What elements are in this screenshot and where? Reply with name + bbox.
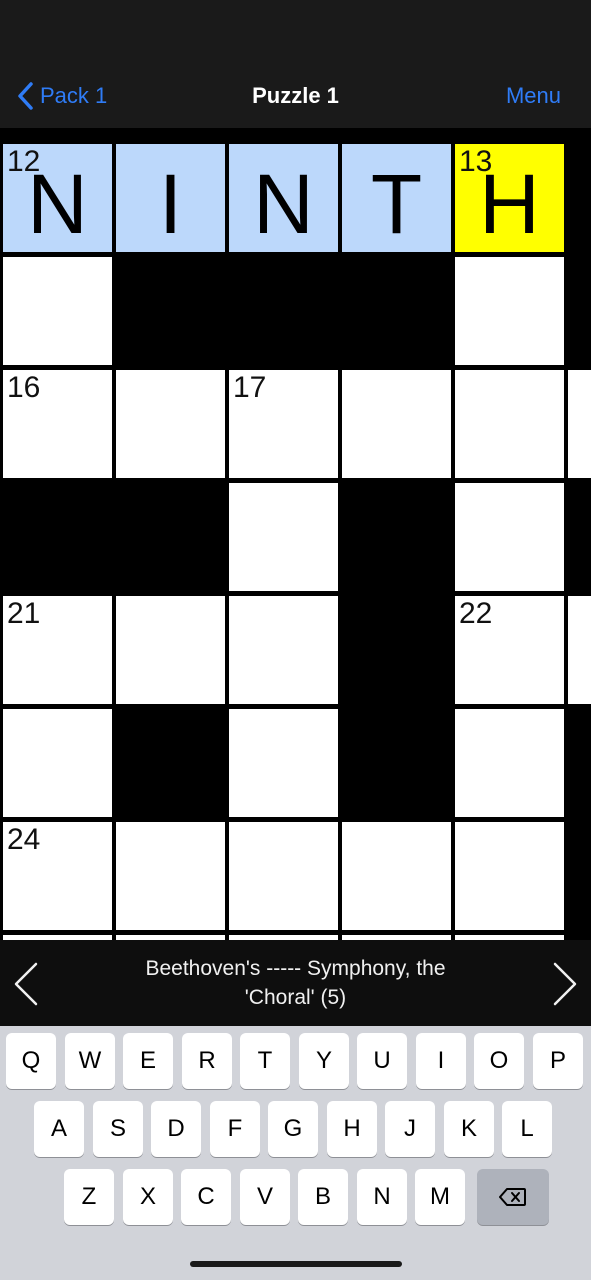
grid-cell[interactable] [342, 822, 451, 930]
grid-cell[interactable] [455, 822, 564, 930]
grid-cell-block [342, 709, 451, 817]
key-i[interactable]: I [416, 1033, 466, 1089]
clue-number: 17 [233, 371, 267, 404]
grid-cell[interactable] [3, 257, 112, 365]
grid-cell-block [3, 483, 112, 591]
key-k[interactable]: K [444, 1101, 494, 1157]
key-q[interactable]: Q [6, 1033, 56, 1089]
grid-cell[interactable]: 24 [3, 822, 112, 930]
grid-cell[interactable] [116, 596, 225, 704]
page-title: Puzzle 1 [252, 83, 339, 108]
key-g[interactable]: G [268, 1101, 318, 1157]
key-l[interactable]: L [502, 1101, 552, 1157]
clue-number: 24 [7, 823, 41, 856]
grid-cell[interactable] [116, 822, 225, 930]
cell-letter: H [479, 157, 540, 251]
navigation-bar: Pack 1 Puzzle 1 Menu [0, 0, 591, 128]
key-a[interactable]: A [34, 1101, 84, 1157]
grid-cell[interactable] [455, 257, 564, 365]
grid-cell[interactable] [455, 483, 564, 591]
clue-text: Beethoven's ----- Symphony, the 'Choral'… [70, 954, 521, 1012]
grid-cell[interactable] [229, 822, 338, 930]
key-y[interactable]: Y [299, 1033, 349, 1089]
grid-cell-block [342, 257, 451, 365]
keyboard: QWERTYUIOP ASDFGHJKL ZXCVBNM [0, 1026, 591, 1280]
clue-number: 21 [7, 597, 41, 630]
key-o[interactable]: O [474, 1033, 524, 1089]
home-indicator[interactable] [190, 1261, 402, 1267]
key-w[interactable]: W [65, 1033, 115, 1089]
menu-button[interactable]: Menu [506, 80, 561, 112]
grid-cell-block [116, 709, 225, 817]
grid-cell[interactable]: 12 N [3, 144, 112, 252]
grid-cell[interactable]: N [229, 144, 338, 252]
grid-cell-block [568, 822, 591, 930]
grid-cell-block [568, 257, 591, 365]
key-x[interactable]: X [123, 1169, 173, 1225]
grid-cell[interactable]: 22 [455, 596, 564, 704]
chevron-left-icon [14, 962, 38, 1006]
grid-cell[interactable]: 16 [3, 370, 112, 478]
key-c[interactable]: C [181, 1169, 231, 1225]
key-u[interactable]: U [357, 1033, 407, 1089]
clue-line-2: 'Choral' (5) [244, 986, 347, 1009]
clue-bar: Beethoven's ----- Symphony, the 'Choral'… [0, 940, 591, 1026]
grid-cell-block [229, 257, 338, 365]
key-m[interactable]: M [415, 1169, 465, 1225]
grid-cell[interactable] [568, 596, 591, 704]
previous-clue-button[interactable] [12, 962, 52, 1006]
cell-letter: I [158, 157, 183, 251]
chevron-right-icon [553, 962, 577, 1006]
grid-cell[interactable] [455, 709, 564, 817]
cell-letter: N [253, 157, 314, 251]
grid-cell[interactable]: 21 [3, 596, 112, 704]
grid-cell[interactable]: I [116, 144, 225, 252]
key-h[interactable]: H [327, 1101, 377, 1157]
grid-cell-block [568, 483, 591, 591]
grid-cell[interactable] [3, 709, 112, 817]
grid-cell[interactable] [568, 370, 591, 478]
key-s[interactable]: S [93, 1101, 143, 1157]
clue-number: 16 [7, 371, 41, 404]
grid-cell-block [568, 709, 591, 817]
key-d[interactable]: D [151, 1101, 201, 1157]
grid-cell-block [116, 483, 225, 591]
backspace-icon [499, 1188, 526, 1206]
crossword-grid: 12 N I N T 13 H 16 17 21 22 24 [0, 140, 591, 940]
grid-cell[interactable] [229, 709, 338, 817]
grid-cell[interactable]: 17 [229, 370, 338, 478]
key-t[interactable]: T [240, 1033, 290, 1089]
key-b[interactable]: B [298, 1169, 348, 1225]
grid-cell-block [342, 483, 451, 591]
cell-letter: T [370, 157, 423, 251]
clue-number: 22 [459, 597, 493, 630]
grid-cell[interactable] [229, 483, 338, 591]
grid-cell-block [568, 144, 591, 252]
grid-cell-block [116, 257, 225, 365]
key-f[interactable]: F [210, 1101, 260, 1157]
key-r[interactable]: R [182, 1033, 232, 1089]
grid-cell[interactable] [229, 596, 338, 704]
grid-cell[interactable]: T [342, 144, 451, 252]
key-j[interactable]: J [385, 1101, 435, 1157]
grid-cell[interactable] [455, 370, 564, 478]
grid-cell[interactable] [116, 370, 225, 478]
key-v[interactable]: V [240, 1169, 290, 1225]
grid-cell[interactable]: 13 H [455, 144, 564, 252]
next-clue-button[interactable] [551, 962, 591, 1006]
delete-key[interactable] [477, 1169, 549, 1225]
grid-cell-block [342, 596, 451, 704]
clue-line-1: Beethoven's ----- Symphony, the [145, 957, 446, 980]
key-n[interactable]: N [357, 1169, 407, 1225]
cell-letter: N [27, 157, 88, 251]
grid-cell[interactable] [342, 370, 451, 478]
key-p[interactable]: P [533, 1033, 583, 1089]
key-z[interactable]: Z [64, 1169, 114, 1225]
key-e[interactable]: E [123, 1033, 173, 1089]
